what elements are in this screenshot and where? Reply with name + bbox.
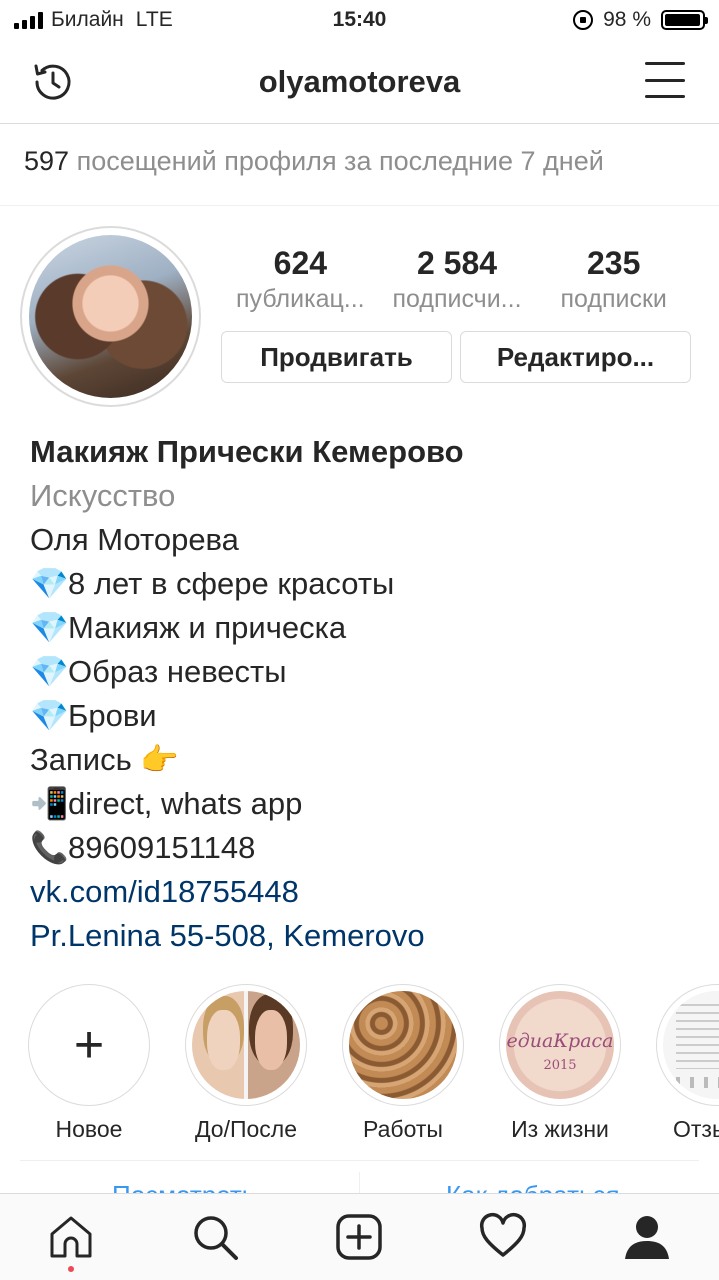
highlight-label: Работы	[363, 1116, 443, 1142]
battery-icon	[661, 10, 708, 30]
add-post-icon[interactable]	[334, 1212, 384, 1262]
directions-action[interactable]: Как добраться	[446, 1180, 620, 1194]
rotation-lock-icon	[573, 10, 594, 30]
profile-visits[interactable]: 597 посещений профиля за последние 7 дне…	[0, 124, 719, 206]
visits-count: 597	[24, 146, 70, 176]
diamond-icon: 💎	[30, 566, 69, 601]
highlight-reviews[interactable]: Отзывы	[655, 984, 719, 1143]
highlight-ring[interactable]	[342, 984, 464, 1106]
highlight-ring[interactable]: едиаКраса 2015	[499, 984, 621, 1106]
avatar-ring[interactable]	[20, 226, 201, 407]
plus-icon[interactable]: +	[28, 984, 150, 1106]
status-bar: Билайн LTE 15:40 98 %	[0, 0, 719, 40]
bio-line-text: Оля Моторева	[30, 522, 239, 557]
stat-posts-value: 624	[273, 245, 328, 281]
highlight-cover-year: 2015	[543, 1057, 577, 1073]
bio-line: 💎Макияж и прическа	[30, 606, 700, 650]
stat-posts-label: публикац...	[236, 285, 365, 313]
highlight-works[interactable]: Работы	[341, 984, 465, 1143]
highlight-ring[interactable]	[185, 984, 307, 1106]
stat-following-label: подписки	[560, 285, 667, 313]
bio: Макияж Прически Кемерово Искусство Оля М…	[30, 430, 700, 958]
story-highlights: + Новое До/После Работы едиаКраса 2015 И…	[0, 984, 719, 1144]
bio-link-vk[interactable]: vk.com/id18755448	[30, 870, 700, 914]
bio-line: 📞89609151148	[30, 826, 700, 870]
profile-icon[interactable]	[622, 1212, 672, 1262]
divider	[359, 1172, 360, 1194]
profile-stats: 624 публикац... 2 584 подписчи... 235 по…	[222, 242, 692, 314]
stat-followers-value: 2 584	[416, 245, 498, 281]
bio-line-text: 89609151148	[68, 830, 256, 865]
highlight-cover-text: едиаКраса	[506, 1029, 614, 1052]
bio-line: Оля Моторева	[30, 518, 700, 562]
highlight-cover: едиаКраса 2015	[506, 991, 614, 1099]
diamond-icon: 💎	[30, 654, 69, 689]
search-icon[interactable]	[190, 1212, 240, 1262]
stat-following[interactable]: 235 подписки	[535, 242, 692, 314]
battery-percent: 98 %	[603, 8, 651, 31]
divider	[20, 1160, 699, 1161]
highlight-label: Новое	[55, 1116, 123, 1142]
bio-line-text: Брови	[68, 698, 157, 733]
bio-line-text: Макияж и прическа	[68, 610, 347, 645]
highlight-life[interactable]: едиаКраса 2015 Из жизни	[498, 984, 622, 1143]
highlight-ring[interactable]	[656, 984, 719, 1106]
bio-category: Искусство	[30, 478, 176, 513]
highlight-label: Отзывы	[673, 1116, 719, 1142]
heart-icon[interactable]	[478, 1212, 528, 1262]
menu-icon[interactable]	[645, 62, 685, 98]
bio-line: 💎Образ невесты	[30, 650, 700, 694]
profile-header-bar: olyamotoreva	[0, 40, 719, 124]
status-right: 98 %	[573, 8, 708, 32]
username-title: olyamotoreva	[258, 64, 461, 99]
bio-line: Запись 👉	[30, 738, 700, 782]
telephone-icon: 📞	[30, 830, 69, 865]
bio-line-text: Образ невесты	[68, 654, 287, 689]
view-action[interactable]: Посмотреть	[112, 1180, 255, 1194]
avatar[interactable]	[29, 235, 192, 398]
bio-line-text: 8 лет в сфере красоты	[68, 566, 395, 601]
visits-text: посещений профиля за последние 7 дней	[76, 146, 604, 176]
stat-followers[interactable]: 2 584 подписчи...	[379, 242, 536, 314]
stat-followers-label: подписчи...	[392, 285, 522, 313]
highlight-label: До/После	[194, 1116, 298, 1142]
edit-profile-button[interactable]: Редактиро...	[460, 331, 691, 383]
highlight-before-after[interactable]: До/После	[184, 984, 308, 1143]
diamond-icon: 💎	[30, 610, 69, 645]
bottom-tab-bar	[0, 1193, 719, 1280]
bio-line: 📲direct, whats app	[30, 782, 700, 826]
bio-line-text: Запись	[30, 742, 132, 777]
bio-name: Макияж Прически Кемерово	[30, 434, 464, 469]
home-icon[interactable]	[46, 1212, 96, 1272]
diamond-icon: 💎	[30, 698, 69, 733]
bio-line: 💎8 лет в сфере красоты	[30, 562, 700, 606]
highlight-cover	[663, 991, 719, 1099]
bio-line-text: direct, whats app	[68, 786, 303, 821]
highlight-new[interactable]: + Новое	[27, 984, 151, 1143]
highlight-label: Из жизни	[511, 1116, 609, 1142]
stat-posts[interactable]: 624 публикац...	[222, 242, 379, 314]
highlight-cover	[349, 991, 457, 1099]
bio-line: 💎Брови	[30, 694, 700, 738]
bio-link-address[interactable]: Pr.Lenina 55-508, Kemerovo	[30, 914, 700, 958]
battery-level	[665, 14, 701, 26]
pointing-hand-icon: 👉	[140, 742, 179, 777]
notification-dot	[68, 1266, 74, 1272]
promote-button[interactable]: Продвигать	[221, 331, 452, 383]
highlight-cover	[192, 991, 300, 1099]
phone-arrow-icon: 📲	[30, 786, 69, 821]
stat-following-value: 235	[586, 245, 641, 281]
